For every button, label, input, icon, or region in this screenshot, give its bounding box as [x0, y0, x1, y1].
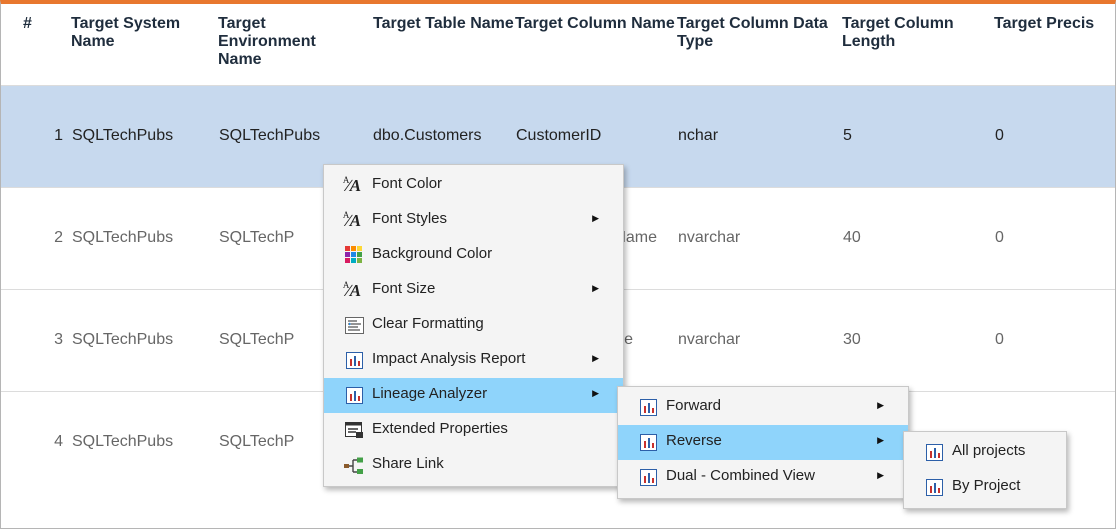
cell-system-name[interactable]: SQLTechPubs [71, 288, 218, 391]
cell-precision[interactable]: 0 [994, 84, 1115, 187]
background-color-icon [344, 245, 364, 265]
menu-item-label: Font Styles [372, 210, 448, 227]
column-header-column-length[interactable]: Target Column Length [842, 4, 994, 85]
cell-system-name[interactable]: SQLTechPubs [71, 84, 218, 187]
cell-data-type[interactable]: nvarchar [677, 186, 842, 289]
menu-item-label: All projects [952, 442, 1026, 459]
cell-data-type[interactable]: nvarchar [677, 288, 842, 391]
menu-item-reverse[interactable]: Reverse ▶ [618, 425, 908, 460]
report-chart-icon [638, 432, 658, 452]
column-header-column-name[interactable]: Target Column Name [515, 4, 677, 85]
menu-item-label: Lineage Analyzer [372, 385, 488, 402]
submenu-arrow-icon: ▶ [592, 213, 599, 223]
menu-item-label: Dual - Combined View [666, 467, 815, 484]
column-header-system-name[interactable]: Target System Name [71, 4, 218, 85]
cell-system-name[interactable]: SQLTechPubs [71, 186, 218, 289]
cell-precision[interactable]: 0 [994, 288, 1115, 391]
row-index: 4 [1, 390, 71, 493]
submenu-arrow-icon: ▶ [877, 470, 884, 480]
extended-properties-icon [344, 420, 364, 440]
menu-item-extended-properties[interactable]: Extended Properties [324, 413, 623, 448]
share-link-icon [344, 455, 364, 475]
submenu-arrow-icon: ▶ [592, 388, 599, 398]
font-styles-icon: A ∕A [342, 209, 362, 230]
menu-item-background-color[interactable]: Background Color [324, 238, 623, 273]
report-chart-icon [924, 477, 944, 497]
menu-item-font-color[interactable]: A ∕A Font Color [324, 168, 623, 203]
menu-item-label: Forward [666, 397, 722, 414]
context-menu: A ∕A Font Color A ∕A Font Styles ▶ Backgro… [323, 164, 624, 487]
submenu-arrow-icon: ▶ [877, 400, 884, 410]
column-header-index[interactable]: # [1, 4, 71, 85]
column-header-environment-name[interactable]: Target Environment Name [218, 4, 361, 85]
cell-data-type[interactable]: nchar [677, 84, 842, 187]
column-header-table-name[interactable]: Target Table Name [361, 4, 515, 85]
menu-item-clear-formatting[interactable]: Clear Formatting [324, 308, 623, 343]
menu-item-label: Impact Analysis Report [372, 350, 526, 367]
report-chart-icon [924, 442, 944, 462]
submenu-arrow-icon: ▶ [877, 435, 884, 445]
row-index: 2 [1, 186, 71, 289]
report-chart-icon [344, 350, 364, 370]
column-header-precision[interactable]: Target Precis [994, 4, 1115, 85]
cell-precision[interactable]: 0 [994, 186, 1115, 289]
row-index: 1 [1, 84, 71, 187]
clear-formatting-icon [344, 315, 364, 335]
menu-item-lineage-analyzer[interactable]: Lineage Analyzer ▶ [324, 378, 623, 413]
font-color-icon: A ∕A [342, 174, 362, 195]
report-chart-icon [638, 397, 658, 417]
cell-column-length[interactable]: 5 [842, 84, 994, 187]
menu-item-font-styles[interactable]: A ∕A Font Styles ▶ [324, 203, 623, 238]
cell-system-name[interactable]: SQLTechPubs [71, 390, 218, 493]
menu-item-forward[interactable]: Forward ▶ [618, 390, 908, 425]
menu-item-label: Font Size [372, 280, 436, 297]
menu-item-share-link[interactable]: Share Link [324, 448, 623, 483]
menu-item-all-projects[interactable]: All projects [904, 435, 1066, 470]
report-chart-icon [638, 467, 658, 487]
cell-column-length[interactable]: 30 [842, 288, 994, 391]
menu-item-label: Share Link [372, 455, 444, 472]
submenu-arrow-icon: ▶ [592, 283, 599, 293]
menu-item-dual-combined-view[interactable]: Dual - Combined View ▶ [618, 460, 908, 495]
reverse-submenu: All projects By Project [903, 431, 1067, 509]
menu-item-label: Reverse [666, 432, 722, 449]
menu-item-font-size[interactable]: A ∕A Font Size ▶ [324, 273, 623, 308]
menu-item-impact-analysis-report[interactable]: Impact Analysis Report ▶ [324, 343, 623, 378]
font-size-icon: A ∕A [342, 279, 362, 300]
menu-item-label: Extended Properties [372, 420, 508, 437]
menu-item-label: Clear Formatting [372, 315, 484, 332]
report-chart-icon [344, 385, 364, 405]
header-row: # Target System Name Target Environment … [1, 4, 1115, 85]
cell-column-length[interactable]: 40 [842, 186, 994, 289]
lineage-analyzer-submenu: Forward ▶ Reverse ▶ Dual - Combined View… [617, 386, 909, 499]
column-header-data-type[interactable]: Target Column Data Type [677, 4, 842, 85]
menu-item-by-project[interactable]: By Project [904, 470, 1066, 505]
menu-item-label: By Project [952, 477, 1021, 494]
row-index: 3 [1, 288, 71, 391]
submenu-arrow-icon: ▶ [592, 353, 599, 363]
menu-item-label: Background Color [372, 245, 493, 262]
menu-item-label: Font Color [372, 175, 443, 192]
